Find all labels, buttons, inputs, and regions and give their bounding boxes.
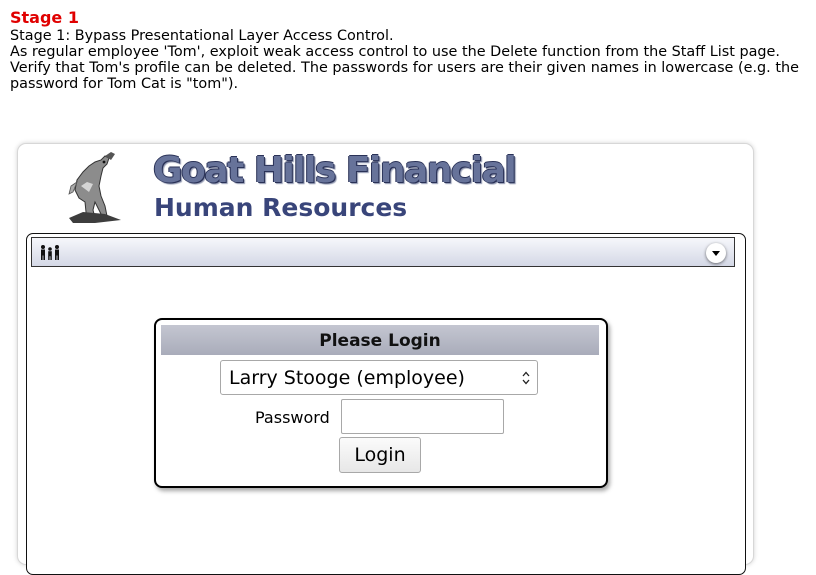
toolbar xyxy=(31,237,735,267)
login-box: Please Login Larry Stooge (employee) Pas… xyxy=(154,318,608,488)
user-select-value: Larry Stooge (employee) xyxy=(229,367,465,389)
user-select[interactable]: Larry Stooge (employee) xyxy=(220,360,538,395)
password-input[interactable] xyxy=(341,399,504,434)
select-updown-icon xyxy=(522,371,530,385)
company-name: Goat Hills Financial xyxy=(153,150,517,191)
instruction-line: As regular employee 'Tom', exploit weak … xyxy=(10,44,799,92)
department-name: Human Resources xyxy=(154,193,408,222)
password-label: Password xyxy=(255,408,330,427)
login-header: Please Login xyxy=(161,325,599,355)
people-icon xyxy=(41,245,59,260)
goat-logo-icon xyxy=(68,152,121,223)
login-button[interactable]: Login xyxy=(339,437,421,473)
lesson-instructions: Stage 1: Bypass Presentational Layer Acc… xyxy=(10,28,805,92)
app-frame: Goat Hills Financial Human Resources Ple… xyxy=(17,143,754,575)
stage-title: Stage 1 xyxy=(10,8,79,27)
instruction-line: Stage 1: Bypass Presentational Layer Acc… xyxy=(10,28,394,44)
dropdown-toggle-icon[interactable] xyxy=(706,243,726,263)
content-panel: Please Login Larry Stooge (employee) Pas… xyxy=(26,233,746,575)
